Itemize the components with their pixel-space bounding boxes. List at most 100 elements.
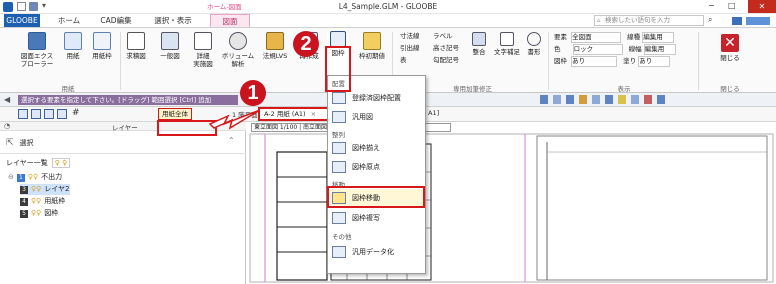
layer-visibility-icon[interactable]: ♀♀ (28, 172, 38, 183)
left-pane: ◔ レイヤー ⇱ 選択 ⌃ レイヤー一覧 ♀ ♀ ⊖ 1 ♀♀ 不出力 3 ♀♀… (0, 122, 246, 284)
close-group-label: 閉じる (720, 85, 740, 93)
detail-drawing-icon (194, 32, 212, 50)
menu-item-convert-generic-data[interactable]: 汎用データ化 (330, 243, 424, 261)
view-icon[interactable] (618, 95, 626, 104)
layer-lock-filter-icon[interactable]: ♀ ♀ (51, 158, 71, 168)
display-group-label: 表示 (617, 85, 631, 93)
regulation-lvs-button[interactable]: 法規LVS (258, 32, 292, 60)
detail-drawing-button[interactable]: 詳細 実施図 (188, 32, 218, 68)
select-row[interactable]: ⇱ 選択 (6, 138, 34, 148)
file-tab-a1[interactable]: A1] (428, 109, 439, 117)
detail-drawing-label: 詳細 実施図 (193, 52, 213, 68)
display-row-2: 色 ロック 線幅 編集用 (554, 44, 694, 55)
view-icon[interactable] (579, 95, 587, 104)
file-tab-a2[interactable]: A-2 用紙 (A1) × (258, 107, 338, 121)
volume-analysis-button[interactable]: ボリューム 解析 (220, 32, 256, 68)
highlight-move-frame (327, 186, 425, 208)
linetype-select[interactable]: 編集用 (642, 32, 675, 43)
layer-row[interactable]: 4 ♀♀ 用紙枠 (20, 196, 65, 207)
layer-visibility-icon[interactable]: ♀♀ (31, 196, 41, 207)
filter-all-paper[interactable]: 用紙全体 (158, 108, 192, 120)
menu-item-label: 登録済図枠配置 (352, 94, 401, 102)
element-filter-select[interactable]: 全図面 (571, 32, 622, 43)
expand-icon[interactable]: ⊖ (8, 172, 14, 183)
layer-row[interactable]: ⊖ 1 ♀♀ 不出力 (8, 172, 62, 183)
view-icon[interactable] (631, 95, 639, 104)
search-icon[interactable]: ⌕ (708, 15, 712, 25)
layer-visibility-icon[interactable]: ♀♀ (31, 184, 41, 195)
layer-row[interactable]: 5 ♀♀ 図枠 (20, 208, 58, 219)
tab-home[interactable]: ホーム (56, 14, 82, 27)
height-mark-button[interactable]: 高さ記号 (433, 44, 459, 53)
collapse-arrow-icon[interactable]: ◀ (4, 95, 10, 104)
regulation-lvs-icon (266, 32, 284, 50)
close-drawing-label: 閉じる (720, 54, 740, 62)
color-select[interactable]: ロック (572, 44, 623, 55)
linewidth-select[interactable]: 編集用 (643, 44, 676, 55)
layer-row-selected[interactable]: 3 ♀♀ レイヤ2 (20, 184, 70, 195)
general-drawing-button[interactable]: 一般図 (154, 32, 186, 60)
frame-default-icon (363, 32, 381, 50)
tab-close-icon[interactable]: × (311, 110, 316, 118)
select-rect-icon[interactable] (18, 109, 28, 119)
dimension-button[interactable]: 寸法線 (400, 32, 420, 41)
table-button[interactable]: 表 (400, 56, 407, 65)
layer-number: 4 (20, 197, 28, 206)
layer-number: 5 (20, 209, 28, 218)
grid-icon[interactable]: # (72, 108, 80, 118)
account-icon[interactable] (732, 17, 742, 25)
view-icon[interactable] (540, 95, 548, 104)
highlight-frame-button (325, 46, 351, 92)
fill-select[interactable]: あり (638, 56, 671, 67)
paper-frame-button[interactable]: 用紙枠 (88, 32, 116, 60)
frame-display-select[interactable]: あり (571, 56, 618, 67)
view-icon[interactable] (566, 95, 574, 104)
layer-number: 1 (16, 173, 25, 182)
copy-frame-icon (332, 212, 346, 224)
tab-select-view[interactable]: 選択・表示 (150, 14, 196, 27)
consistency-icon (472, 32, 486, 46)
paper-button[interactable]: 用紙 (60, 32, 86, 60)
close-drawing-button[interactable]: ✕ 閉じる (712, 34, 748, 62)
text-supplement-button[interactable]: 文字補足 (492, 32, 522, 56)
select-cross-icon[interactable] (31, 109, 41, 119)
shape-label: 書形 (527, 48, 541, 56)
view-icon[interactable] (553, 95, 561, 104)
area-drawing-button[interactable]: 求積図 (120, 32, 152, 60)
layer-name: レイヤ2 (44, 185, 70, 193)
layer-list-label: レイヤー一覧 (6, 159, 48, 167)
menu-item-copy-frame[interactable]: 図枠複写 (330, 209, 424, 227)
brush-icon[interactable]: ◔ (4, 122, 10, 130)
view-icon[interactable] (657, 95, 665, 104)
maximize-button[interactable]: □ (728, 1, 736, 10)
menu-item-generic-drawing[interactable]: 汎用図 (330, 108, 424, 126)
minimize-button[interactable]: − (708, 1, 715, 10)
view-icon[interactable] (644, 95, 652, 104)
frame-default-button[interactable]: 枠初期値 (355, 32, 389, 60)
select-line-icon[interactable] (44, 109, 54, 119)
layer-name: 不出力 (41, 173, 63, 181)
layer-number: 3 (20, 185, 28, 194)
select-poly-icon[interactable] (57, 109, 67, 119)
view-icon[interactable] (605, 95, 613, 104)
menu-item-align-frames[interactable]: 図枠揃え (330, 139, 424, 157)
close-window-button[interactable]: ✕ (748, 0, 776, 13)
view-icon[interactable] (592, 95, 600, 104)
menu-item-frame-origin[interactable]: 図枠原点 (330, 158, 424, 176)
tab-gloobe[interactable]: GLOOBE (4, 14, 40, 27)
drawing-explorer-button[interactable]: 図面エクス プローラー (18, 32, 56, 68)
layer-name: 図枠 (44, 209, 59, 217)
paper-icon (64, 32, 82, 50)
paper-frame-label: 用紙枠 (92, 52, 112, 60)
separator (698, 32, 699, 90)
leader-button[interactable]: 引出線 (400, 44, 420, 53)
tab-cad-edit[interactable]: CAD編集 (96, 14, 136, 27)
label-button[interactable]: ラベル (433, 32, 453, 41)
tab-drawing[interactable]: 図面 (210, 14, 250, 27)
shape-button[interactable]: 書形 (524, 32, 544, 56)
search-input[interactable]: 検索したい語句を入力 (594, 15, 704, 26)
layer-visibility-icon[interactable]: ♀♀ (31, 208, 41, 219)
slope-mark-button[interactable]: 勾配記号 (433, 56, 459, 65)
consistency-button[interactable]: 整合 (468, 32, 490, 56)
menu-item-label: 図枠揃え (352, 144, 380, 152)
